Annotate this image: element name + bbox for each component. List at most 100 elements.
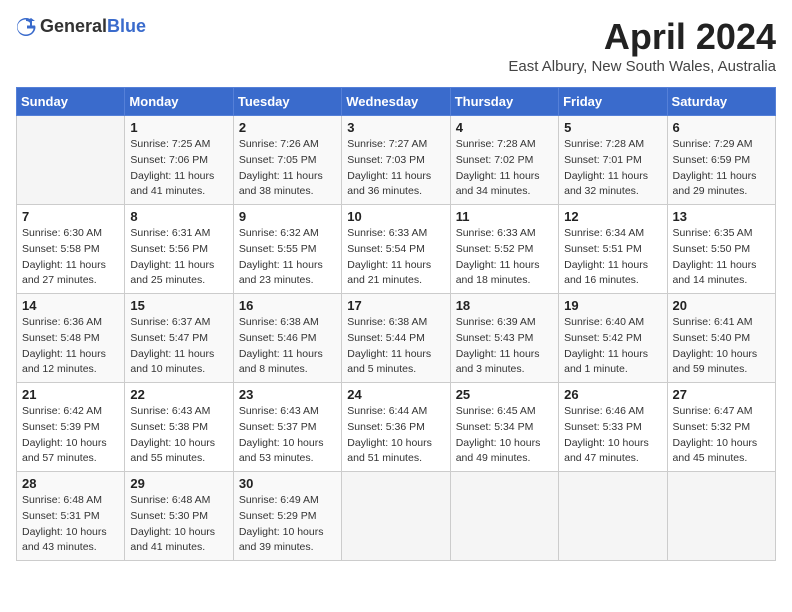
month-title: April 2024 <box>508 16 776 58</box>
day-number: 9 <box>239 209 336 224</box>
logo: GeneralBlue <box>16 16 146 37</box>
weekday-header-row: SundayMondayTuesdayWednesdayThursdayFrid… <box>17 88 776 116</box>
calendar-day-cell: 23 Sunrise: 6:43 AMSunset: 5:37 PMDayligh… <box>233 383 341 472</box>
calendar-day-cell: 28 Sunrise: 6:48 AMSunset: 5:31 PMDayligh… <box>17 472 125 561</box>
calendar-day-cell: 19 Sunrise: 6:40 AMSunset: 5:42 PMDayligh… <box>559 294 667 383</box>
calendar-day-cell: 11 Sunrise: 6:33 AMSunset: 5:52 PMDayligh… <box>450 205 558 294</box>
day-info: Sunrise: 6:30 AMSunset: 5:58 PMDaylight:… <box>22 226 119 289</box>
calendar-day-cell: 15 Sunrise: 6:37 AMSunset: 5:47 PMDayligh… <box>125 294 233 383</box>
header: GeneralBlue April 2024 East Albury, New … <box>16 16 776 75</box>
calendar-day-cell <box>559 472 667 561</box>
day-info: Sunrise: 6:43 AMSunset: 5:38 PMDaylight:… <box>130 404 227 467</box>
calendar-week-row: 14 Sunrise: 6:36 AMSunset: 5:48 PMDayligh… <box>17 294 776 383</box>
day-number: 26 <box>564 387 661 402</box>
day-info: Sunrise: 6:47 AMSunset: 5:32 PMDaylight:… <box>673 404 770 467</box>
logo-blue-text: Blue <box>107 16 146 36</box>
day-number: 3 <box>347 120 444 135</box>
weekday-header-cell: Tuesday <box>233 88 341 116</box>
day-number: 19 <box>564 298 661 313</box>
day-info: Sunrise: 6:36 AMSunset: 5:48 PMDaylight:… <box>22 315 119 378</box>
calendar-day-cell: 13 Sunrise: 6:35 AMSunset: 5:50 PMDayligh… <box>667 205 775 294</box>
calendar-week-row: 1Sunrise: 7:25 AMSunset: 7:06 PMDaylight… <box>17 116 776 205</box>
day-number: 27 <box>673 387 770 402</box>
day-info: Sunrise: 7:27 AMSunset: 7:03 PMDaylight:… <box>347 137 444 200</box>
day-info: Sunrise: 7:28 AMSunset: 7:01 PMDaylight:… <box>564 137 661 200</box>
logo-icon <box>16 17 36 37</box>
calendar-day-cell: 21 Sunrise: 6:42 AMSunset: 5:39 PMDayligh… <box>17 383 125 472</box>
weekday-header-cell: Friday <box>559 88 667 116</box>
day-number: 12 <box>564 209 661 224</box>
day-info: Sunrise: 6:33 AMSunset: 5:54 PMDaylight:… <box>347 226 444 289</box>
weekday-header-cell: Monday <box>125 88 233 116</box>
day-number: 15 <box>130 298 227 313</box>
day-number: 23 <box>239 387 336 402</box>
day-info: Sunrise: 6:33 AMSunset: 5:52 PMDaylight:… <box>456 226 553 289</box>
day-info: Sunrise: 6:38 AMSunset: 5:46 PMDaylight:… <box>239 315 336 378</box>
calendar-week-row: 21 Sunrise: 6:42 AMSunset: 5:39 PMDayligh… <box>17 383 776 472</box>
calendar-day-cell: 17 Sunrise: 6:38 AMSunset: 5:44 PMDayligh… <box>342 294 450 383</box>
calendar-day-cell: 29Sunrise: 6:48 AMSunset: 5:30 PMDayligh… <box>125 472 233 561</box>
day-number: 28 <box>22 476 119 491</box>
title-area: April 2024 East Albury, New South Wales,… <box>508 16 776 75</box>
day-info: Sunrise: 6:44 AMSunset: 5:36 PMDaylight:… <box>347 404 444 467</box>
calendar-day-cell: 24 Sunrise: 6:44 AMSunset: 5:36 PMDayligh… <box>342 383 450 472</box>
day-info: Sunrise: 6:34 AMSunset: 5:51 PMDaylight:… <box>564 226 661 289</box>
calendar-day-cell: 27 Sunrise: 6:47 AMSunset: 5:32 PMDayligh… <box>667 383 775 472</box>
calendar-day-cell: 26Sunrise: 6:46 AMSunset: 5:33 PMDayligh… <box>559 383 667 472</box>
day-number: 17 <box>347 298 444 313</box>
day-number: 18 <box>456 298 553 313</box>
calendar-day-cell: 3 Sunrise: 7:27 AMSunset: 7:03 PMDaylight… <box>342 116 450 205</box>
day-number: 16 <box>239 298 336 313</box>
day-info: Sunrise: 6:43 AMSunset: 5:37 PMDaylight:… <box>239 404 336 467</box>
calendar-day-cell: 7 Sunrise: 6:30 AMSunset: 5:58 PMDaylight… <box>17 205 125 294</box>
calendar-day-cell: 1Sunrise: 7:25 AMSunset: 7:06 PMDaylight… <box>125 116 233 205</box>
calendar-day-cell: 2Sunrise: 7:26 AMSunset: 7:05 PMDaylight… <box>233 116 341 205</box>
day-info: Sunrise: 6:32 AMSunset: 5:55 PMDaylight:… <box>239 226 336 289</box>
day-number: 29 <box>130 476 227 491</box>
day-number: 22 <box>130 387 227 402</box>
calendar-body: 1Sunrise: 7:25 AMSunset: 7:06 PMDaylight… <box>17 116 776 561</box>
day-number: 21 <box>22 387 119 402</box>
calendar-day-cell: 6Sunrise: 7:29 AMSunset: 6:59 PMDaylight… <box>667 116 775 205</box>
day-number: 30 <box>239 476 336 491</box>
location-title: East Albury, New South Wales, Australia <box>508 58 776 75</box>
day-number: 14 <box>22 298 119 313</box>
day-info: Sunrise: 6:37 AMSunset: 5:47 PMDaylight:… <box>130 315 227 378</box>
calendar-day-cell <box>342 472 450 561</box>
logo-general-text: General <box>40 16 107 36</box>
calendar-day-cell <box>450 472 558 561</box>
day-info: Sunrise: 6:35 AMSunset: 5:50 PMDaylight:… <box>673 226 770 289</box>
day-number: 13 <box>673 209 770 224</box>
weekday-header-cell: Thursday <box>450 88 558 116</box>
calendar-day-cell: 18 Sunrise: 6:39 AMSunset: 5:43 PMDayligh… <box>450 294 558 383</box>
day-number: 1 <box>130 120 227 135</box>
day-info: Sunrise: 6:48 AMSunset: 5:31 PMDaylight:… <box>22 493 119 556</box>
day-number: 8 <box>130 209 227 224</box>
day-number: 20 <box>673 298 770 313</box>
calendar-day-cell: 16 Sunrise: 6:38 AMSunset: 5:46 PMDayligh… <box>233 294 341 383</box>
calendar-day-cell: 25 Sunrise: 6:45 AMSunset: 5:34 PMDayligh… <box>450 383 558 472</box>
day-info: Sunrise: 6:45 AMSunset: 5:34 PMDaylight:… <box>456 404 553 467</box>
calendar-day-cell: 8Sunrise: 6:31 AMSunset: 5:56 PMDaylight… <box>125 205 233 294</box>
day-info: Sunrise: 6:39 AMSunset: 5:43 PMDaylight:… <box>456 315 553 378</box>
day-number: 25 <box>456 387 553 402</box>
day-info: Sunrise: 6:38 AMSunset: 5:44 PMDaylight:… <box>347 315 444 378</box>
day-number: 7 <box>22 209 119 224</box>
day-info: Sunrise: 6:42 AMSunset: 5:39 PMDaylight:… <box>22 404 119 467</box>
calendar-day-cell: 4 Sunrise: 7:28 AMSunset: 7:02 PMDaylight… <box>450 116 558 205</box>
calendar-day-cell: 9 Sunrise: 6:32 AMSunset: 5:55 PMDaylight… <box>233 205 341 294</box>
calendar-day-cell: 12 Sunrise: 6:34 AMSunset: 5:51 PMDayligh… <box>559 205 667 294</box>
day-number: 24 <box>347 387 444 402</box>
calendar-day-cell <box>667 472 775 561</box>
day-info: Sunrise: 6:41 AMSunset: 5:40 PMDaylight:… <box>673 315 770 378</box>
day-number: 4 <box>456 120 553 135</box>
calendar-day-cell <box>17 116 125 205</box>
day-info: Sunrise: 7:28 AMSunset: 7:02 PMDaylight:… <box>456 137 553 200</box>
day-info: Sunrise: 7:29 AMSunset: 6:59 PMDaylight:… <box>673 137 770 200</box>
calendar-table: SundayMondayTuesdayWednesdayThursdayFrid… <box>16 87 776 561</box>
day-number: 11 <box>456 209 553 224</box>
weekday-header-cell: Wednesday <box>342 88 450 116</box>
calendar-day-cell: 10Sunrise: 6:33 AMSunset: 5:54 PMDayligh… <box>342 205 450 294</box>
day-info: Sunrise: 6:40 AMSunset: 5:42 PMDaylight:… <box>564 315 661 378</box>
calendar-week-row: 7 Sunrise: 6:30 AMSunset: 5:58 PMDaylight… <box>17 205 776 294</box>
